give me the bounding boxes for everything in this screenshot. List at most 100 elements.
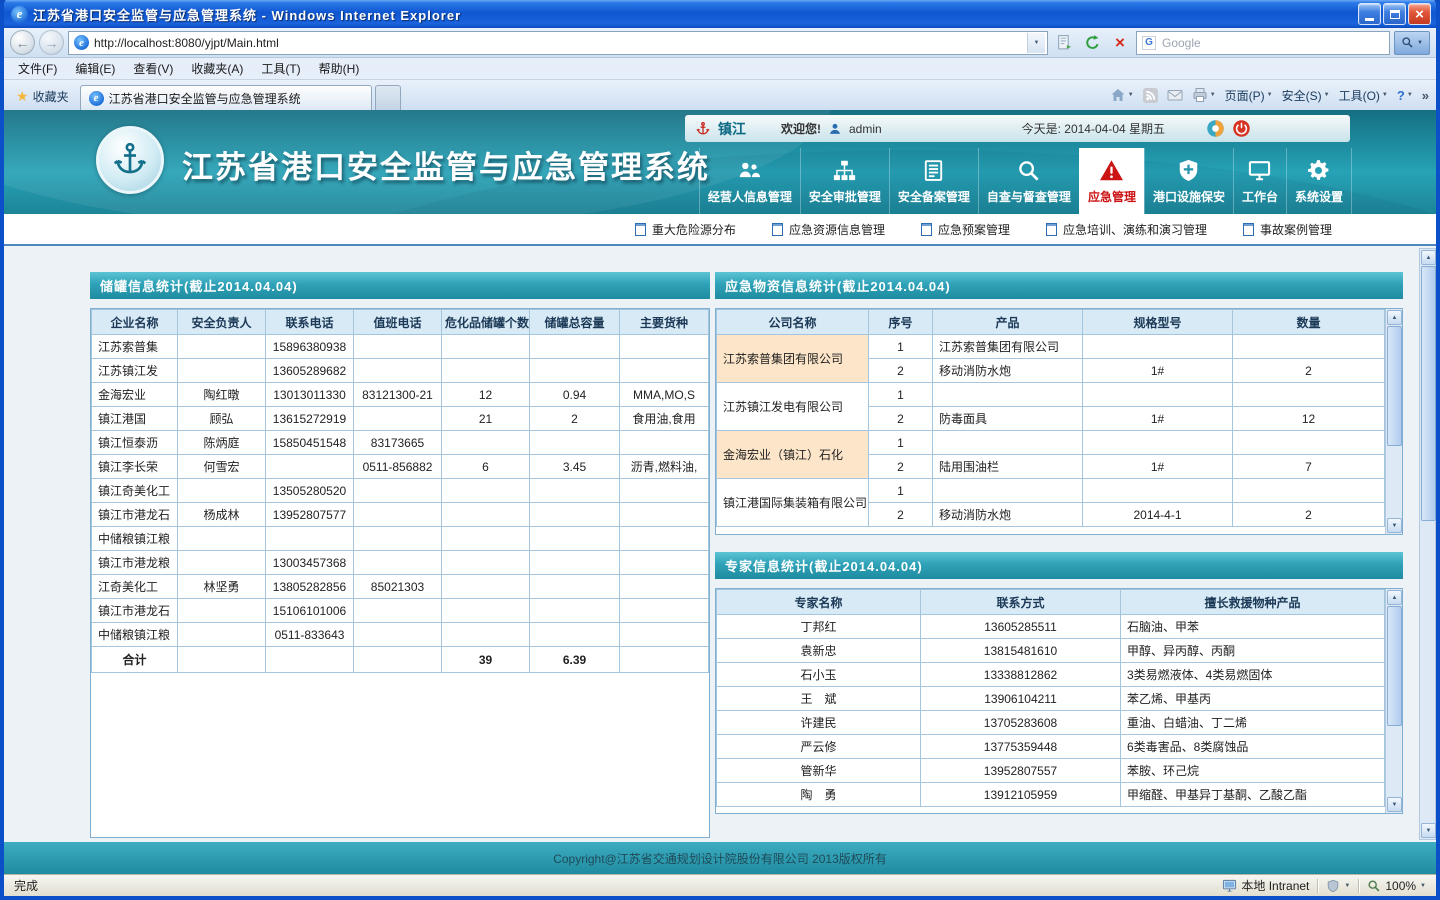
scroll-down-arrow[interactable]: ▼ bbox=[1421, 823, 1436, 838]
safety-menu-button[interactable]: 安全(S)▼ bbox=[1282, 87, 1330, 104]
stop-button[interactable]: × bbox=[1108, 31, 1132, 55]
table-cell bbox=[620, 575, 709, 599]
search-button[interactable]: ▼ bbox=[1394, 31, 1430, 55]
home-button[interactable]: ▼ bbox=[1110, 87, 1134, 103]
menu-item[interactable]: 工具(T) bbox=[253, 58, 308, 79]
scroll-thumb[interactable] bbox=[1387, 606, 1402, 726]
scroll-down-arrow[interactable]: ▼ bbox=[1387, 518, 1402, 533]
table-cell: 2 bbox=[530, 407, 620, 431]
table-cell: 83173665 bbox=[354, 431, 442, 455]
page-scrollbar[interactable]: ▲ ▼ bbox=[1419, 248, 1436, 840]
table-cell bbox=[178, 359, 266, 383]
table-cell: 0.94 bbox=[530, 383, 620, 407]
subnav-item[interactable]: 事故案例管理 bbox=[1243, 221, 1332, 238]
tools-menu-button[interactable]: 工具(O)▼ bbox=[1339, 87, 1388, 104]
table-cell bbox=[178, 599, 266, 623]
close-button[interactable]: × bbox=[1408, 3, 1431, 25]
browser-toolbar: ▼ ▼ 页面(P)▼ 安全(S)▼ 工具(O)▼ ?▼ » bbox=[1110, 80, 1432, 110]
table-cell bbox=[530, 359, 620, 383]
subnav-item[interactable]: 应急预案管理 bbox=[921, 221, 1010, 238]
table-cell bbox=[266, 527, 354, 551]
zoom-control[interactable]: 100% ▼ bbox=[1367, 879, 1426, 893]
subnav-item[interactable]: 重大危险源分布 bbox=[635, 221, 736, 238]
menu-item[interactable]: 帮助(H) bbox=[311, 58, 368, 79]
user-info-bar: 镇江 欢迎您! admin 今天是: 2014-04-04 星期五 bbox=[685, 115, 1350, 142]
window-title: 江苏省港口安全监管与应急管理系统 - Windows Internet Expl… bbox=[33, 5, 1353, 24]
compatibility-view-icon[interactable] bbox=[1052, 31, 1076, 55]
nav-item-workbench[interactable]: 工作台 bbox=[1233, 148, 1286, 214]
table-cell: 15896380938 bbox=[266, 335, 354, 359]
table-cell: 甲缩醛、甲基异丁基酮、乙酸乙酯 bbox=[1121, 783, 1385, 807]
restore-button[interactable] bbox=[1383, 3, 1406, 25]
browser-tab[interactable]: e 江苏省港口安全监管与应急管理系统 bbox=[80, 85, 372, 110]
feeds-button[interactable] bbox=[1143, 88, 1158, 103]
table-cell bbox=[530, 335, 620, 359]
help-button[interactable]: ?▼ bbox=[1397, 88, 1413, 103]
mail-button[interactable] bbox=[1167, 87, 1183, 103]
search-field[interactable]: G Google bbox=[1136, 31, 1390, 55]
menu-item[interactable]: 文件(F) bbox=[10, 58, 65, 79]
column-header: 规格型号 bbox=[1083, 310, 1233, 335]
nav-item-safety-filing[interactable]: 安全备案管理 bbox=[889, 148, 978, 214]
supply-panel-title: 应急物资信息统计(截止2014.04.04) bbox=[715, 272, 1403, 299]
menu-item[interactable]: 编辑(E) bbox=[67, 58, 123, 79]
menu-item[interactable]: 查看(V) bbox=[125, 58, 181, 79]
switch-user-icon[interactable] bbox=[1206, 119, 1225, 138]
nav-item-port-security[interactable]: 港口设施保安 bbox=[1144, 148, 1233, 214]
nav-item-emergency[interactable]: 应急管理 bbox=[1079, 148, 1144, 214]
table-cell: 2 bbox=[869, 407, 933, 431]
nav-item-self-inspection[interactable]: 自查与督查管理 bbox=[978, 148, 1079, 214]
table-cell: 12 bbox=[442, 383, 530, 407]
menu-item[interactable]: 收藏夹(A) bbox=[183, 58, 251, 79]
page-header: 江苏省港口安全监管与应急管理系统 镇江 欢迎您! admin 今天是: 2014… bbox=[4, 110, 1436, 214]
table-row: 中储粮镇江粮0511-833643 bbox=[92, 623, 709, 647]
scroll-up-arrow[interactable]: ▲ bbox=[1387, 590, 1402, 605]
content: 储罐信息统计(截止2014.04.04) 企业名称安全负责人联系电话值班电话危化… bbox=[4, 246, 1436, 842]
table-cell: 金海宏业 bbox=[92, 383, 178, 407]
subnav-item[interactable]: 应急资源信息管理 bbox=[772, 221, 885, 238]
minimize-button[interactable] bbox=[1358, 3, 1381, 25]
table-cell bbox=[1083, 383, 1233, 407]
table-cell bbox=[354, 527, 442, 551]
toolbar-overflow-chevron[interactable]: » bbox=[1422, 88, 1429, 103]
scroll-up-arrow[interactable]: ▲ bbox=[1387, 310, 1402, 325]
supply-scrollbar[interactable]: ▲ ▼ bbox=[1385, 309, 1402, 534]
scroll-thumb[interactable] bbox=[1421, 266, 1436, 521]
table-cell: 6 bbox=[442, 455, 530, 479]
column-header: 危化品储罐个数 bbox=[442, 310, 530, 335]
table-cell bbox=[178, 335, 266, 359]
table-row: 王 斌13906104211苯乙烯、甲基丙 bbox=[717, 687, 1385, 711]
tank-table: 企业名称安全负责人联系电话值班电话危化品储罐个数储罐总容量主要货种 江苏索普集1… bbox=[91, 309, 709, 673]
print-button[interactable]: ▼ bbox=[1192, 87, 1216, 103]
back-button[interactable]: ← bbox=[10, 30, 35, 55]
title-bar[interactable]: e 江苏省港口安全监管与应急管理系统 - Windows Internet Ex… bbox=[4, 0, 1436, 28]
supply-panel: 应急物资信息统计(截止2014.04.04) 公司名称序号产品规格型号数量 江苏… bbox=[715, 272, 1403, 535]
protected-mode-button[interactable]: ▼ bbox=[1326, 879, 1350, 893]
table-cell: 管新华 bbox=[717, 759, 921, 783]
nav-item-safety-approval[interactable]: 安全审批管理 bbox=[800, 148, 889, 214]
table-row: 镇江市港龙石杨成林13952807577 bbox=[92, 503, 709, 527]
refresh-button[interactable] bbox=[1080, 31, 1104, 55]
table-cell bbox=[620, 335, 709, 359]
favorites-button[interactable]: ★ 收藏夹 bbox=[8, 84, 77, 108]
url-field[interactable]: e http://localhost:8080/yjpt/Main.html ▼ bbox=[68, 31, 1048, 55]
expert-table-body: 丁邦红13605285511石脑油、甲苯袁新忠13815481610甲醇、异丙醇… bbox=[717, 615, 1385, 807]
url-dropdown[interactable]: ▼ bbox=[1027, 33, 1045, 53]
scroll-up-arrow[interactable]: ▲ bbox=[1421, 250, 1436, 265]
table-cell bbox=[933, 431, 1083, 455]
scroll-thumb[interactable] bbox=[1387, 326, 1402, 446]
scroll-down-arrow[interactable]: ▼ bbox=[1387, 797, 1402, 812]
table-cell: 2 bbox=[1233, 503, 1385, 527]
page-menu-button[interactable]: 页面(P)▼ bbox=[1225, 87, 1273, 104]
logout-power-icon[interactable] bbox=[1232, 119, 1251, 138]
table-cell: 13615272919 bbox=[266, 407, 354, 431]
column-header: 主要货种 bbox=[620, 310, 709, 335]
table-row: 中储粮镇江粮 bbox=[92, 527, 709, 551]
nav-item-operator-info[interactable]: 经营人信息管理 bbox=[699, 148, 800, 214]
forward-button[interactable]: → bbox=[39, 30, 64, 55]
expert-scrollbar[interactable]: ▲ ▼ bbox=[1385, 589, 1402, 813]
subnav-item[interactable]: 应急培训、演练和演习管理 bbox=[1046, 221, 1207, 238]
expert-panel: 专家信息统计(截止2014.04.04) 专家名称联系方式擅长救援物种产品 丁邦… bbox=[715, 552, 1403, 814]
nav-item-system-settings[interactable]: 系统设置 bbox=[1286, 148, 1352, 214]
new-tab-stub[interactable] bbox=[375, 85, 401, 110]
